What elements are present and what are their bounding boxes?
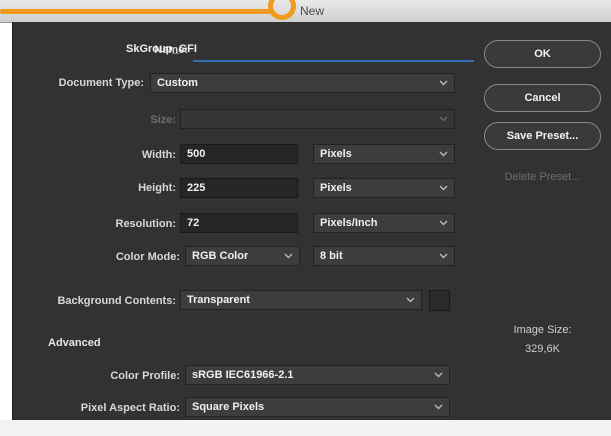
resolution-unit-select[interactable]: Pixels/Inch bbox=[313, 213, 455, 233]
chevron-down-icon bbox=[439, 183, 448, 192]
name-focus-underline bbox=[193, 60, 474, 62]
color-profile-select[interactable]: sRGB IEC61966-2.1 bbox=[185, 365, 450, 385]
chevron-down-icon bbox=[439, 218, 448, 227]
ok-button[interactable]: OK bbox=[484, 40, 601, 68]
resolution-input[interactable]: 72 bbox=[180, 213, 298, 233]
background-contents-label: Background Contents: bbox=[57, 295, 176, 307]
height-input[interactable]: 225 bbox=[180, 178, 298, 198]
chevron-down-icon bbox=[406, 295, 415, 304]
document-type-label: Document Type: bbox=[58, 77, 144, 89]
document-type-value: Custom bbox=[157, 77, 198, 89]
size-select bbox=[180, 109, 455, 129]
save-preset-button[interactable]: Save Preset... bbox=[484, 122, 601, 150]
name-field[interactable]: SkGroup_GFI bbox=[120, 40, 220, 60]
color-mode-value: RGB Color bbox=[192, 250, 249, 262]
pixel-aspect-ratio-value: Square Pixels bbox=[192, 401, 265, 413]
color-mode-select[interactable]: RGB Color bbox=[185, 246, 300, 266]
chevron-down-icon bbox=[439, 149, 448, 158]
advanced-section-title: Advanced bbox=[48, 337, 101, 349]
image-size-label: Image Size: bbox=[513, 324, 572, 336]
pixel-aspect-ratio-label: Pixel Aspect Ratio: bbox=[80, 402, 180, 414]
chevron-down-icon bbox=[439, 114, 448, 123]
cancel-button[interactable]: Cancel bbox=[484, 84, 601, 112]
window-bottom bbox=[0, 420, 611, 436]
color-profile-label: Color Profile: bbox=[110, 370, 180, 382]
width-input[interactable]: 500 bbox=[180, 144, 298, 164]
image-size-value: 329,6K bbox=[525, 343, 560, 355]
chevron-down-icon bbox=[439, 251, 448, 260]
height-unit-value: Pixels bbox=[320, 182, 352, 194]
background-contents-select[interactable]: Transparent bbox=[180, 290, 422, 310]
document-type-select[interactable]: Custom bbox=[150, 73, 455, 93]
width-unit-value: Pixels bbox=[320, 148, 352, 160]
pixel-aspect-ratio-select[interactable]: Square Pixels bbox=[185, 397, 450, 417]
resolution-unit-value: Pixels/Inch bbox=[320, 217, 378, 229]
highlight-line bbox=[0, 9, 272, 14]
chevron-down-icon bbox=[439, 78, 448, 87]
height-unit-select[interactable]: Pixels bbox=[313, 178, 455, 198]
chevron-down-icon bbox=[284, 251, 293, 260]
size-label: Size: bbox=[150, 114, 176, 126]
bit-depth-value: 8 bit bbox=[320, 250, 343, 262]
background-contents-value: Transparent bbox=[187, 294, 250, 306]
width-unit-select[interactable]: Pixels bbox=[313, 144, 455, 164]
color-profile-value: sRGB IEC61966-2.1 bbox=[192, 369, 294, 381]
chevron-down-icon bbox=[434, 370, 443, 379]
delete-preset-button: Delete Preset... bbox=[504, 171, 581, 183]
color-mode-label: Color Mode: bbox=[115, 251, 180, 263]
background-color-swatch[interactable] bbox=[429, 290, 450, 311]
height-label: Height: bbox=[138, 182, 176, 194]
window-title: New bbox=[300, 4, 325, 18]
bit-depth-select[interactable]: 8 bit bbox=[313, 246, 455, 266]
resolution-label: Resolution: bbox=[115, 218, 177, 230]
width-label: Width: bbox=[141, 149, 176, 161]
chevron-down-icon bbox=[434, 402, 443, 411]
